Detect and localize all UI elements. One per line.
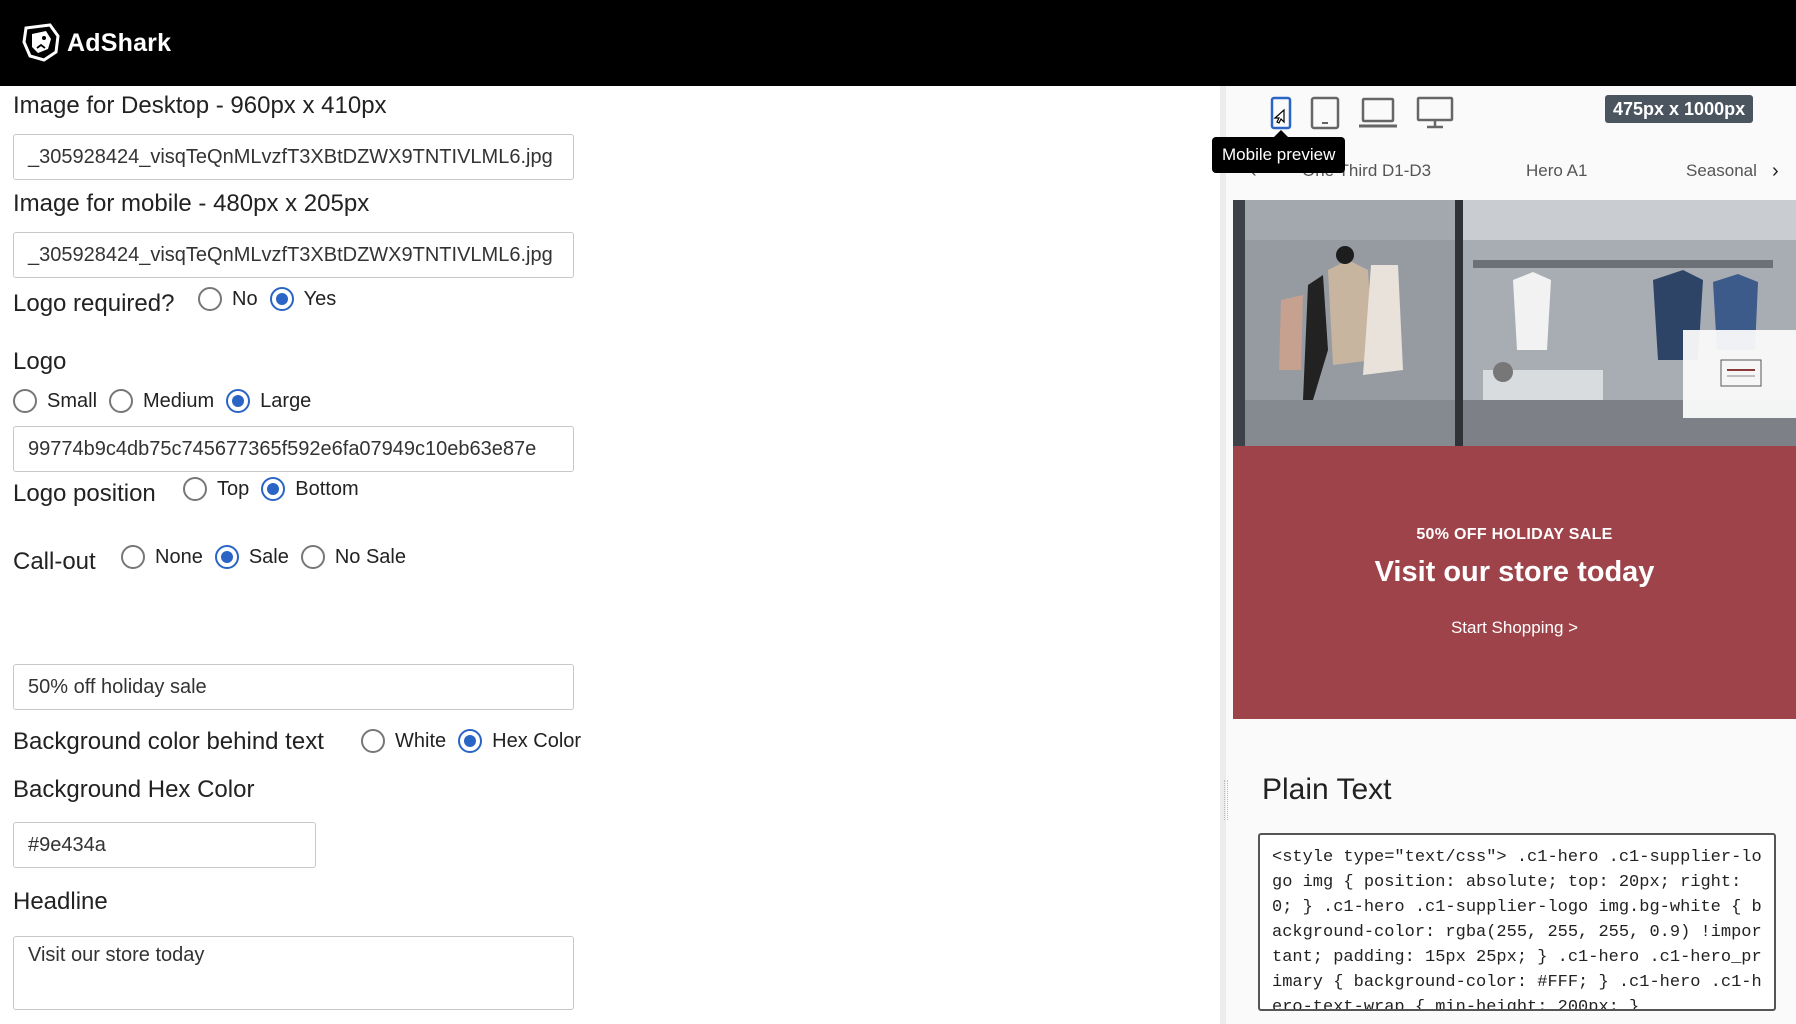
logo-position-radios: Top Bottom [183,474,371,504]
headline-textarea[interactable]: Visit our store today [13,936,574,1010]
laptop-icon [1359,97,1397,128]
logo-required-label: Logo required? [13,290,175,317]
bg-behind-text-label: Background color behind text [13,728,324,755]
desktop-preview-button[interactable] [1416,96,1454,130]
radio-icon [13,389,37,413]
device-toggle [1270,96,1472,130]
radio-checked-icon [458,729,483,753]
plain-text-code[interactable]: <style type="text/css"> .c1-hero .c1-sup… [1258,833,1776,1011]
hero-callout: 50% OFF HOLIDAY SALE [1416,526,1613,543]
tablet-preview-button[interactable] [1310,96,1340,130]
logo-id-field[interactable]: 99774b9c4db75c745677365f592e6fa07949c10e… [13,426,574,472]
radio-checked-icon [269,287,294,311]
tablet-icon [1310,96,1340,130]
bg-hex-label: Background Hex Color [13,776,255,803]
logo-size-large[interactable]: Large [226,389,311,413]
plain-text-heading: Plain Text [1262,773,1392,806]
radio-label: Yes [303,287,337,310]
bg-hex-color[interactable]: Hex Color [458,729,581,753]
radio-icon [121,545,145,569]
callout-none[interactable]: None [121,545,203,569]
radio-label: Sale [248,545,289,568]
logo-label: Logo [13,348,67,375]
callout-no-sale[interactable]: No Sale [300,545,406,569]
logo-required-yes[interactable]: Yes [269,287,337,311]
start-shopping-link[interactable]: Start Shopping > [1233,618,1796,638]
chevron-right-icon[interactable]: › [1772,160,1779,183]
hero-text-panel: 50% OFF HOLIDAY SALE Visit our store tod… [1233,446,1796,719]
callout-text-field[interactable]: 50% off holiday sale [13,664,574,710]
laptop-preview-button[interactable] [1358,96,1398,130]
radio-label: Small [47,389,98,412]
desktop-icon [1416,96,1454,129]
radio-label: White [395,729,447,752]
logo-position-top[interactable]: Top [183,477,249,501]
radio-label: No Sale [334,545,406,568]
logo-size-medium[interactable]: Medium [109,389,214,413]
shark-logo-icon [22,23,60,62]
radio-checked-icon [261,477,286,501]
mobile-icon [1270,96,1292,130]
viewport-size-badge: 475px x 1000px [1605,95,1754,123]
bg-behind-text-radios: White Hex Color [361,726,593,756]
logo-size-small[interactable]: Small [13,389,97,413]
store-photo [1233,200,1796,446]
logo-position-bottom[interactable]: Bottom [261,477,359,501]
bg-hex-field[interactable]: #9e434a [13,822,316,868]
radio-icon [109,389,134,413]
logo-position-label: Logo position [13,480,156,507]
radio-label: Large [260,389,312,412]
mobile-preview-tooltip: Mobile preview [1212,130,1346,173]
brand[interactable]: AdShark [20,20,171,66]
top-bar: AdShark [0,0,1796,86]
tab-hero-a1[interactable]: Hero A1 [1526,161,1587,181]
radio-label: Bottom [295,477,359,500]
hero-headline: Visit our store today [1374,556,1655,588]
bg-white[interactable]: White [361,729,446,753]
mobile-image-field[interactable]: _305928424_visqTeQnMLvzfT3XBtDZWX9TNTIVL… [13,232,574,278]
tab-seasonal[interactable]: Seasonal [1686,161,1757,181]
pane-resize-handle[interactable] [1224,780,1228,820]
radio-checked-icon [214,545,239,569]
callout-sale[interactable]: Sale [214,545,289,569]
mobile-preview-button[interactable] [1270,96,1292,130]
desktop-image-field[interactable]: _305928424_visqTeQnMLvzfT3XBtDZWX9TNTIVL… [13,134,574,180]
headline-label: Headline [13,888,108,915]
app-name: AdShark [67,28,172,57]
radio-label: Medium [143,389,215,412]
radio-icon [183,477,207,501]
radio-icon [198,287,222,311]
radio-label: None [155,545,203,568]
radio-icon [361,729,385,753]
logo-required-radios: No Yes [198,284,348,314]
ad-form: Image for Desktop - 960px x 410px _30592… [0,86,1220,1024]
radio-icon [300,545,325,569]
radio-label: Top [217,477,250,500]
logo-size-radios: Small Medium Large [13,386,323,416]
mobile-image-label: Image for mobile - 480px x 205px [13,190,370,217]
radio-checked-icon [226,389,251,413]
callout-label: Call-out [13,548,96,575]
desktop-image-label: Image for Desktop - 960px x 410px [13,92,387,119]
hero-image [1233,200,1796,446]
callout-radios: None Sale No Sale [121,542,418,572]
logo-required-no[interactable]: No [198,287,258,311]
radio-label: Hex Color [492,729,582,752]
radio-label: No [232,287,258,310]
